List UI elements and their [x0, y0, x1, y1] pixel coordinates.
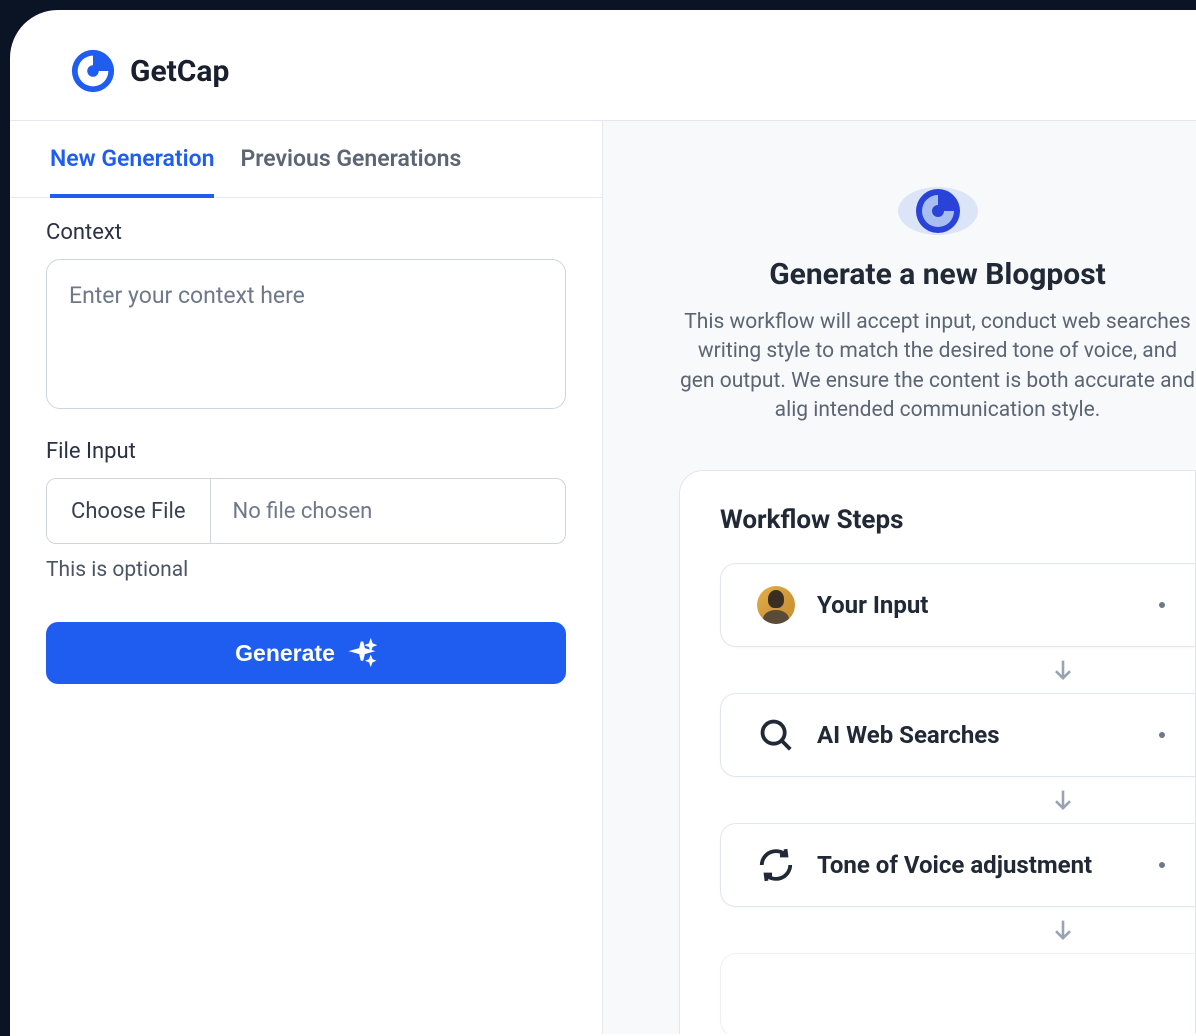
tab-new-generation[interactable]: New Generation: [50, 121, 214, 198]
choose-file-button[interactable]: Choose File: [47, 479, 211, 543]
arrow-down-icon: [930, 907, 1195, 953]
arrow-down-icon: [930, 647, 1195, 693]
left-panel: New Generation Previous Generations Cont…: [10, 121, 603, 1034]
workflow-step-ai-web-searches[interactable]: AI Web Searches: [720, 693, 1195, 777]
hero-title: Generate a new Blogpost: [769, 257, 1106, 292]
file-status-text: No file chosen: [211, 479, 565, 543]
workflow-card: Workflow Steps Your Input: [679, 470, 1196, 1034]
refresh-icon: [757, 846, 795, 884]
step-status-dot: [1159, 602, 1165, 608]
app-window: GetCap New Generation Previous Generatio…: [10, 10, 1196, 1036]
sparkle-icon: [347, 638, 377, 668]
file-hint: This is optional: [46, 558, 566, 582]
brand-logo: [70, 48, 116, 94]
step-label: Tone of Voice adjustment: [817, 851, 1137, 879]
step-label: Your Input: [817, 591, 1137, 619]
workflow-step-your-input[interactable]: Your Input: [720, 563, 1195, 647]
app-header: GetCap: [10, 10, 1196, 120]
context-input[interactable]: [46, 259, 566, 409]
hero-logo-badge: [898, 187, 978, 235]
placeholder-icon: [757, 976, 795, 1014]
tabs-row: New Generation Previous Generations: [10, 121, 602, 198]
search-icon: [757, 716, 795, 754]
context-label: Context: [46, 220, 566, 245]
main-content: New Generation Previous Generations Cont…: [10, 120, 1196, 1034]
step-label: AI Web Searches: [817, 721, 1137, 749]
workflow-step-tone-of-voice[interactable]: Tone of Voice adjustment: [720, 823, 1195, 907]
arrow-down-icon: [930, 777, 1195, 823]
workflow-title: Workflow Steps: [720, 505, 1195, 535]
step-status-dot: [1159, 732, 1165, 738]
hero-description: This workflow will accept input, conduct…: [679, 308, 1196, 426]
generation-form: Context File Input Choose File No file c…: [10, 198, 602, 706]
file-input-row: Choose File No file chosen: [46, 478, 566, 544]
generate-button[interactable]: Generate: [46, 622, 566, 684]
user-avatar-icon: [757, 586, 795, 624]
right-panel: Generate a new Blogpost This workflow wi…: [603, 121, 1196, 1034]
workflow-step-next[interactable]: [720, 953, 1195, 1034]
generate-button-label: Generate: [235, 640, 335, 667]
brand-name: GetCap: [130, 54, 229, 89]
file-input-label: File Input: [46, 439, 566, 464]
getcap-logo-small-icon: [914, 187, 962, 235]
tab-previous-generations[interactable]: Previous Generations: [240, 121, 461, 198]
step-status-dot: [1159, 862, 1165, 868]
getcap-logo-icon: [70, 48, 116, 94]
workflow-steps: Your Input: [720, 563, 1195, 1034]
